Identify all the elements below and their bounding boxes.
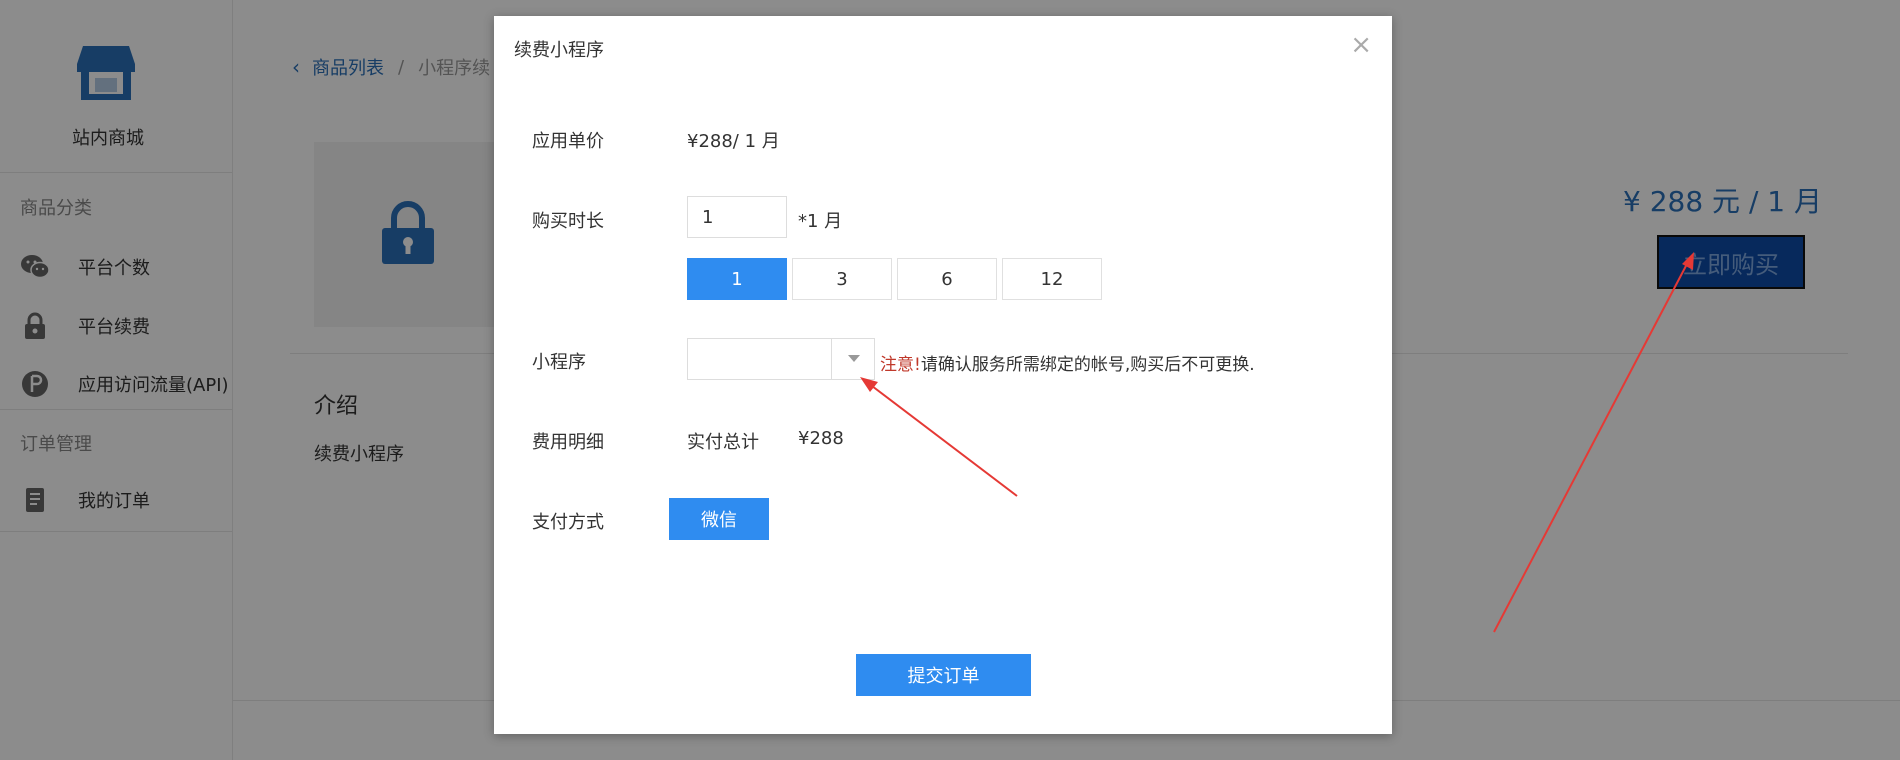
notice-warning: 注意! [880, 355, 921, 375]
total-label: 实付总计 [687, 432, 759, 453]
duration-option-12[interactable]: 12 [1002, 258, 1102, 300]
submit-order-button[interactable]: 提交订单 [856, 654, 1031, 696]
close-icon[interactable]: × [1350, 32, 1372, 58]
unit-price-label: 应用单价 [532, 131, 604, 152]
duration-option-6[interactable]: 6 [897, 258, 997, 300]
total-value: ¥288 [798, 428, 844, 449]
caret-down-icon[interactable] [848, 355, 860, 362]
notice-message: 请确认服务所需绑定的帐号,购买后不可更换. [920, 355, 1255, 375]
duration-option-3[interactable]: 3 [792, 258, 892, 300]
duration-label: 购买时长 [532, 211, 604, 232]
modal-title: 续费小程序 [514, 40, 604, 61]
wechat-pay-button[interactable]: 微信 [669, 498, 769, 540]
select-divider [831, 339, 832, 379]
duration-unit: *1 月 [798, 211, 843, 232]
cost-label: 费用明细 [532, 432, 604, 453]
unit-price-value: ¥288/ 1 月 [687, 131, 780, 152]
duration-option-1[interactable]: 1 [687, 258, 787, 300]
app-label: 小程序 [532, 352, 586, 373]
renew-modal: 续费小程序 × 应用单价 ¥288/ 1 月 购买时长 *1 月 1 3 6 1… [494, 16, 1392, 734]
duration-input[interactable] [687, 196, 787, 238]
payment-label: 支付方式 [532, 512, 604, 533]
notice-text: 注意!请确认服务所需绑定的帐号,购买后不可更换. [880, 350, 1255, 375]
app-select[interactable] [687, 338, 875, 380]
